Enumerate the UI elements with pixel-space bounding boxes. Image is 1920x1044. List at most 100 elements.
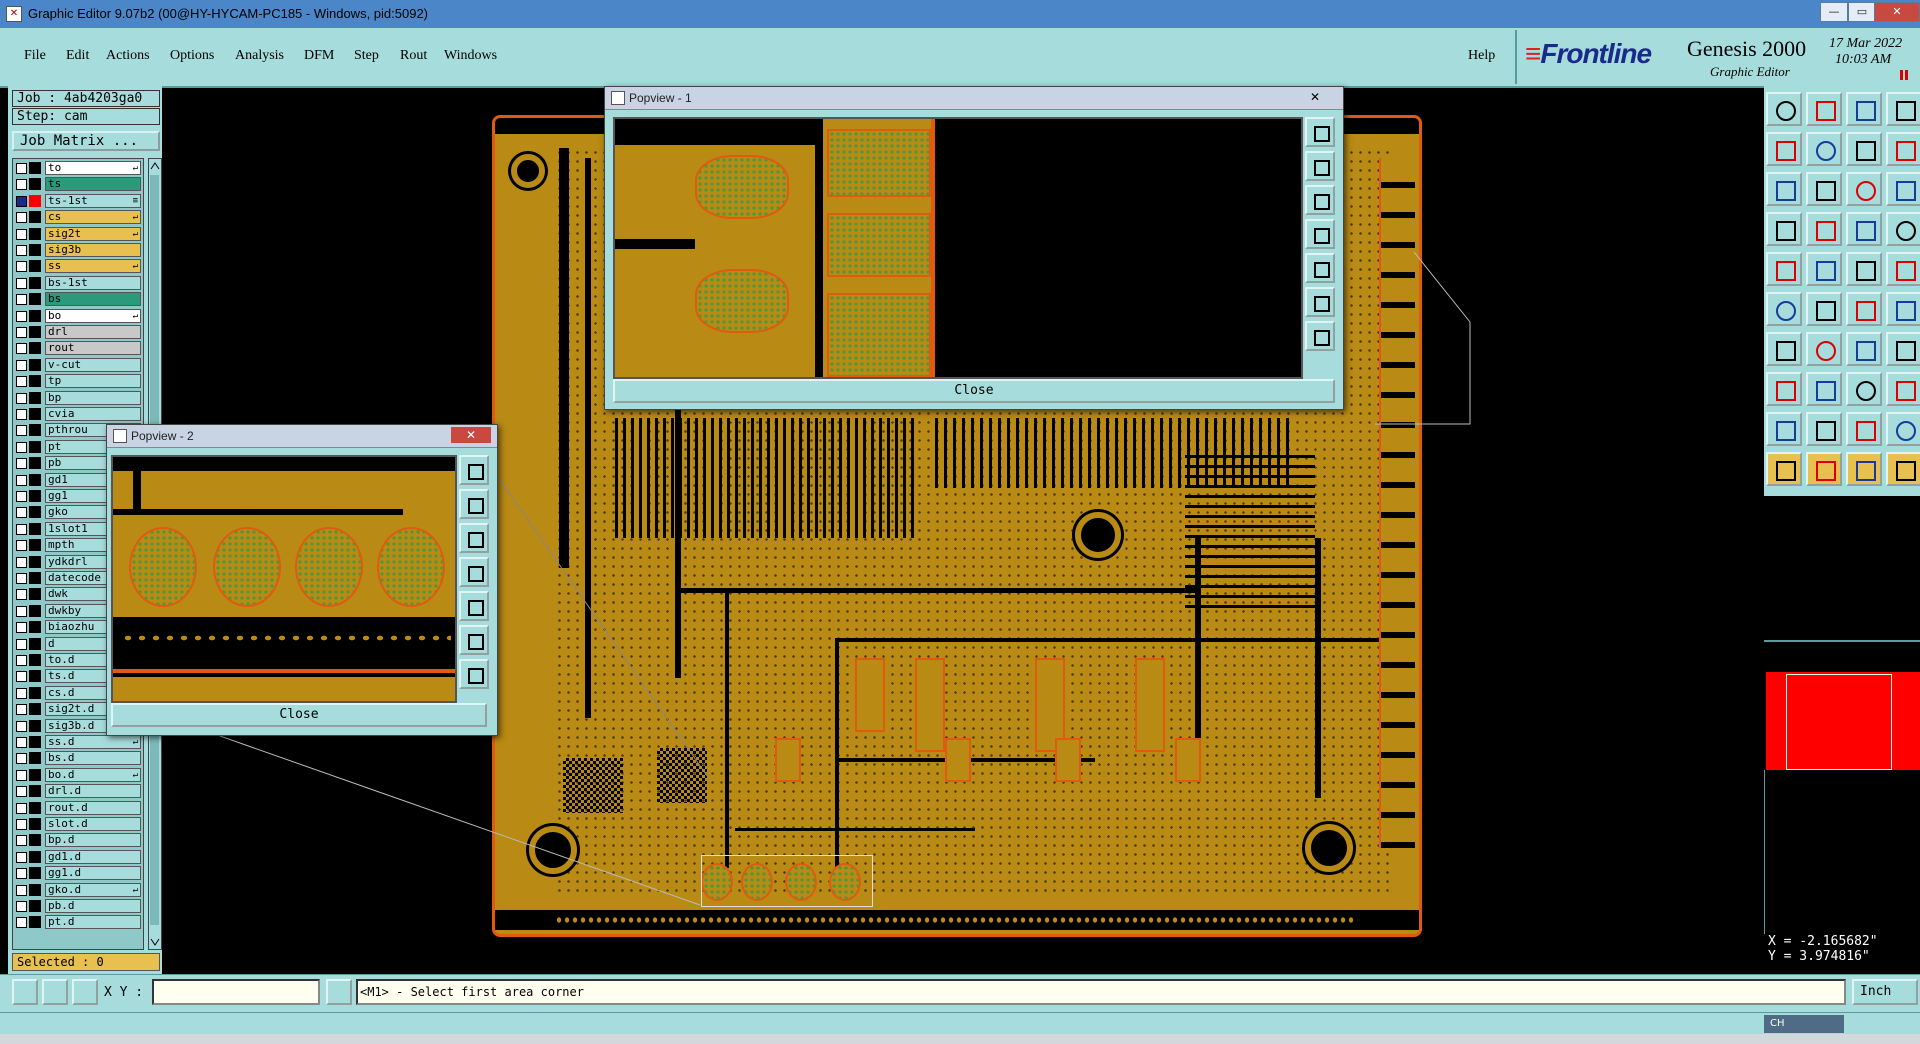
layer-checkbox[interactable] xyxy=(16,523,27,535)
layer-checkbox[interactable] xyxy=(16,622,27,634)
layer-checkbox[interactable] xyxy=(16,540,27,552)
feature-b-icon[interactable] xyxy=(1806,412,1842,446)
layer-row[interactable]: bp xyxy=(13,390,143,405)
menu-dfm[interactable]: DFM xyxy=(304,48,334,64)
layer-checkbox[interactable] xyxy=(16,441,27,453)
layer-color-swatch[interactable] xyxy=(29,670,41,683)
popview-1-close-button[interactable]: Close xyxy=(613,379,1335,403)
layer-name[interactable]: sig3b xyxy=(45,243,141,257)
layer-row[interactable]: bo ↵ xyxy=(13,308,143,323)
layer-row[interactable]: gg1.d xyxy=(13,866,143,881)
layer-checkbox[interactable] xyxy=(16,409,27,420)
layer-color-swatch[interactable] xyxy=(29,506,41,519)
dash-icon[interactable] xyxy=(1806,372,1842,406)
layer-checkbox[interactable] xyxy=(16,638,27,650)
grid-icon[interactable] xyxy=(72,979,98,1005)
layer-row[interactable]: bo.d ↵ xyxy=(13,767,143,782)
layer-row[interactable]: pb.d xyxy=(13,899,143,913)
cross-icon[interactable] xyxy=(1806,292,1842,326)
pause-icon[interactable] xyxy=(1899,70,1909,80)
layer-color-swatch[interactable] xyxy=(29,391,41,404)
layer-name[interactable]: bs.d xyxy=(45,751,141,766)
layer-checkbox[interactable] xyxy=(16,343,27,355)
net-icon[interactable] xyxy=(1766,292,1802,326)
layer-name[interactable]: gd1.d xyxy=(45,849,141,864)
layer-checkbox[interactable] xyxy=(16,359,27,371)
polygon-icon[interactable] xyxy=(1806,252,1842,286)
layer-checkbox[interactable] xyxy=(16,605,27,617)
layer-color-swatch[interactable] xyxy=(29,490,41,502)
layer-checkbox[interactable] xyxy=(16,261,27,273)
layer-name[interactable]: pt.d xyxy=(45,915,141,930)
language-tray[interactable]: CH xyxy=(1764,1015,1844,1033)
layer-color-swatch[interactable] xyxy=(29,457,41,470)
maximize-button[interactable]: ▭ xyxy=(1848,2,1876,22)
layer-name[interactable]: bp.d xyxy=(45,833,141,848)
layer-name[interactable]: sig2t ↵ xyxy=(45,226,141,241)
layer-color-swatch[interactable] xyxy=(29,162,41,174)
zoom-in-icon[interactable] xyxy=(459,625,489,655)
scroll-down-icon[interactable] xyxy=(150,937,160,947)
layer-name[interactable]: rout.d xyxy=(45,800,141,815)
cursor-icon[interactable] xyxy=(326,979,352,1005)
layer-checkbox[interactable] xyxy=(16,851,27,863)
popview-2-title-bar[interactable]: Popview - 2 ✕ xyxy=(107,425,497,448)
measure-icon[interactable] xyxy=(1766,212,1802,246)
layer-row[interactable]: rout.d xyxy=(13,800,143,815)
layer-row[interactable]: cs ↵ xyxy=(13,210,143,225)
layer-checkbox[interactable] xyxy=(16,392,27,404)
layer-color-swatch[interactable] xyxy=(29,637,41,650)
popview-1-title-bar[interactable]: Popview - 1 ✕ xyxy=(605,87,1343,110)
zoom-in-icon[interactable] xyxy=(1305,287,1335,317)
layer-checkbox[interactable] xyxy=(16,310,27,322)
layer-row[interactable]: bs xyxy=(13,292,143,307)
layer-row[interactable]: to ↵ xyxy=(13,161,143,175)
layer-checkbox[interactable] xyxy=(16,901,27,912)
layer-color-swatch[interactable] xyxy=(29,408,41,420)
measure-icon[interactable] xyxy=(42,979,68,1005)
layer-color-swatch[interactable] xyxy=(29,621,41,634)
layer-checkbox[interactable] xyxy=(16,474,27,486)
home-icon[interactable] xyxy=(1846,92,1882,126)
zoom-out-icon[interactable] xyxy=(459,659,489,689)
layer-color-swatch[interactable] xyxy=(29,768,41,781)
layer-color-swatch[interactable] xyxy=(29,703,41,716)
units-selector[interactable]: Inch xyxy=(1852,979,1918,1005)
layer-checkbox[interactable] xyxy=(16,655,27,666)
target-icon[interactable] xyxy=(1806,212,1842,246)
pan-up-icon[interactable] xyxy=(1305,151,1335,181)
menu-actions[interactable]: Actions xyxy=(106,48,150,64)
layer-color-swatch[interactable] xyxy=(29,227,41,240)
layer-color-swatch[interactable] xyxy=(29,342,41,355)
pan-icon[interactable] xyxy=(1806,172,1842,206)
layer-checkbox[interactable] xyxy=(16,228,27,240)
layer-row[interactable]: bp.d xyxy=(13,833,143,848)
redraw-icon[interactable] xyxy=(1886,132,1920,166)
layer-color-swatch[interactable] xyxy=(29,244,41,256)
pan-right-icon[interactable] xyxy=(1305,253,1335,283)
layer-row[interactable]: ts xyxy=(13,177,143,192)
layer-color-swatch[interactable] xyxy=(29,572,41,584)
layer-color-swatch[interactable] xyxy=(29,440,41,453)
layer-name[interactable]: bp xyxy=(45,390,141,405)
zoom-home-icon[interactable] xyxy=(1305,117,1335,147)
layer-name[interactable]: bo ↵ xyxy=(45,308,141,323)
save-icon[interactable] xyxy=(1806,92,1842,126)
node-icon[interactable] xyxy=(1886,292,1920,326)
pointer2-icon[interactable] xyxy=(1806,452,1842,486)
layer-checkbox[interactable] xyxy=(16,589,27,601)
next-view-icon[interactable] xyxy=(1806,132,1842,166)
layer-checkbox[interactable] xyxy=(16,753,27,765)
menu-windows[interactable]: Windows xyxy=(444,48,497,64)
layer-color-swatch[interactable] xyxy=(29,276,41,289)
feature-a-icon[interactable] xyxy=(1766,412,1802,446)
layer-checkbox[interactable] xyxy=(16,425,27,437)
popview-1-window[interactable]: Popview - 1 ✕ Close xyxy=(604,86,1344,410)
layer-color-swatch[interactable] xyxy=(29,604,41,617)
layer-color-swatch[interactable] xyxy=(29,539,41,552)
layer-color-swatch[interactable] xyxy=(29,834,41,847)
layer-color-swatch[interactable] xyxy=(29,654,41,666)
layer-name[interactable]: ss.d ↵ xyxy=(45,735,141,749)
layer-row[interactable]: cvia xyxy=(13,407,143,421)
layer-checkbox[interactable] xyxy=(16,212,27,224)
